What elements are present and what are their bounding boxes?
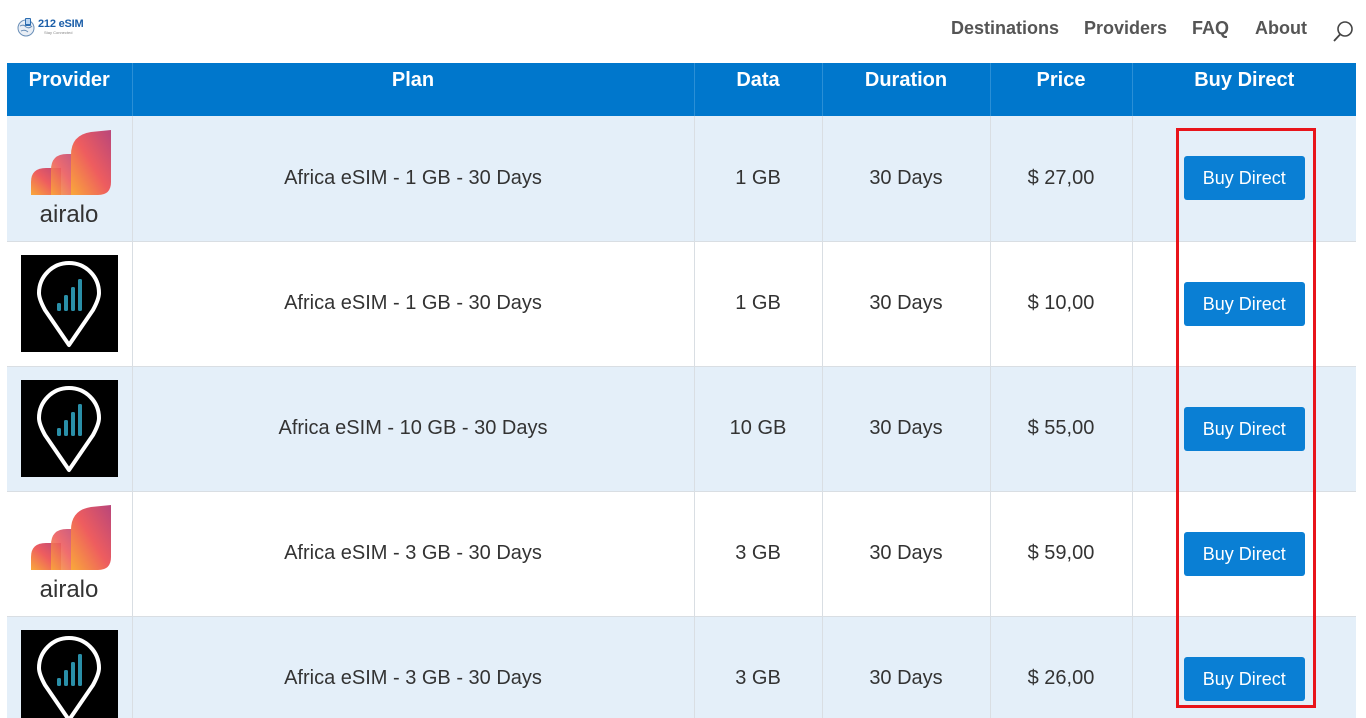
airalo-logo-text: airalo (39, 201, 98, 227)
buy-cell: Buy Direct (1132, 116, 1356, 242)
data-cell: 3 GB (694, 491, 823, 617)
buy-direct-button[interactable]: Buy Direct (1183, 281, 1305, 326)
plans-table: Provider Plan Data Duration Price Buy Di… (7, 63, 1356, 718)
signal-pin-logo (20, 380, 118, 477)
buy-cell: Buy Direct (1132, 616, 1356, 718)
price-cell: $ 10,00 (990, 241, 1133, 367)
nav-destinations[interactable]: Destinations (951, 17, 1059, 39)
plans-table-container: Provider Plan Data Duration Price Buy Di… (7, 63, 1356, 718)
data-cell: 3 GB (694, 616, 823, 718)
provider-cell (7, 366, 133, 492)
signal-pin-logo (20, 255, 118, 352)
table-row: Africa eSIM - 3 GB - 30 Days 3 GB 30 Day… (7, 616, 1356, 718)
plan-cell: Africa eSIM - 1 GB - 30 Days (132, 241, 695, 367)
plan-cell: Africa eSIM - 3 GB - 30 Days (132, 616, 695, 718)
nav-faq[interactable]: FAQ (1192, 17, 1229, 39)
header-data: Data (694, 63, 823, 116)
buy-direct-button[interactable]: Buy Direct (1183, 156, 1305, 201)
table-row: airalo Africa eSIM - 1 GB - 30 Days 1 GB… (7, 116, 1356, 242)
buy-direct-button[interactable]: Buy Direct (1183, 531, 1305, 576)
price-cell: $ 27,00 (990, 116, 1133, 242)
buy-direct-button[interactable]: Buy Direct (1183, 656, 1305, 701)
header-buy-direct: Buy Direct (1194, 69, 1295, 91)
plan-cell: Africa eSIM - 3 GB - 30 Days (132, 491, 695, 617)
price-cell: $ 26,00 (990, 616, 1133, 718)
header-plan: Plan (132, 63, 695, 116)
table-row: Africa eSIM - 10 GB - 30 Days 10 GB 30 D… (7, 366, 1356, 492)
airalo-logo-text: airalo (39, 576, 98, 602)
duration-cell: 30 Days (822, 116, 991, 242)
buy-cell: Buy Direct (1132, 241, 1356, 367)
table-row: airalo Africa eSIM - 3 GB - 30 Days 3 GB… (7, 491, 1356, 617)
search-icon[interactable] (1332, 20, 1356, 44)
buy-cell: Buy Direct (1132, 366, 1356, 492)
data-cell: 10 GB (694, 366, 823, 492)
duration-cell: 30 Days (822, 616, 991, 718)
logo-name: 212 eSIM (38, 18, 84, 30)
price-cell: $ 59,00 (990, 491, 1133, 617)
data-cell: 1 GB (694, 116, 823, 242)
signal-pin-logo (20, 630, 118, 718)
nav-providers[interactable]: Providers (1084, 17, 1167, 39)
provider-cell: airalo (7, 491, 133, 617)
provider-cell (7, 241, 133, 367)
header-provider: Provider (7, 63, 133, 116)
plan-cell: Africa eSIM - 1 GB - 30 Days (132, 116, 695, 242)
airalo-logo: airalo (30, 505, 111, 602)
price-cell: $ 55,00 (990, 366, 1133, 492)
data-cell: 1 GB (694, 241, 823, 367)
buy-cell: Buy Direct (1132, 491, 1356, 617)
provider-cell: airalo (7, 116, 133, 242)
table-header-row: Provider Plan Data Duration Price Buy Di… (7, 63, 1356, 116)
duration-cell: 30 Days (822, 241, 991, 367)
duration-cell: 30 Days (822, 491, 991, 617)
header-price: Price (990, 63, 1133, 116)
globe-icon (17, 18, 35, 37)
airalo-logo: airalo (30, 129, 111, 227)
table-row: Africa eSIM - 1 GB - 30 Days 1 GB 30 Day… (7, 241, 1356, 367)
logo-tagline: Stay Connected (44, 30, 73, 35)
site-logo[interactable]: 212 eSIM Stay Connected (15, 14, 95, 40)
header-duration: Duration (822, 63, 991, 116)
buy-direct-button[interactable]: Buy Direct (1183, 406, 1305, 451)
nav-about[interactable]: About (1255, 17, 1307, 39)
duration-cell: 30 Days (822, 366, 991, 492)
site-header: 212 eSIM Stay Connected Destinations Pro… (0, 0, 1366, 63)
provider-cell (7, 616, 133, 718)
plan-cell: Africa eSIM - 10 GB - 30 Days (132, 366, 695, 492)
